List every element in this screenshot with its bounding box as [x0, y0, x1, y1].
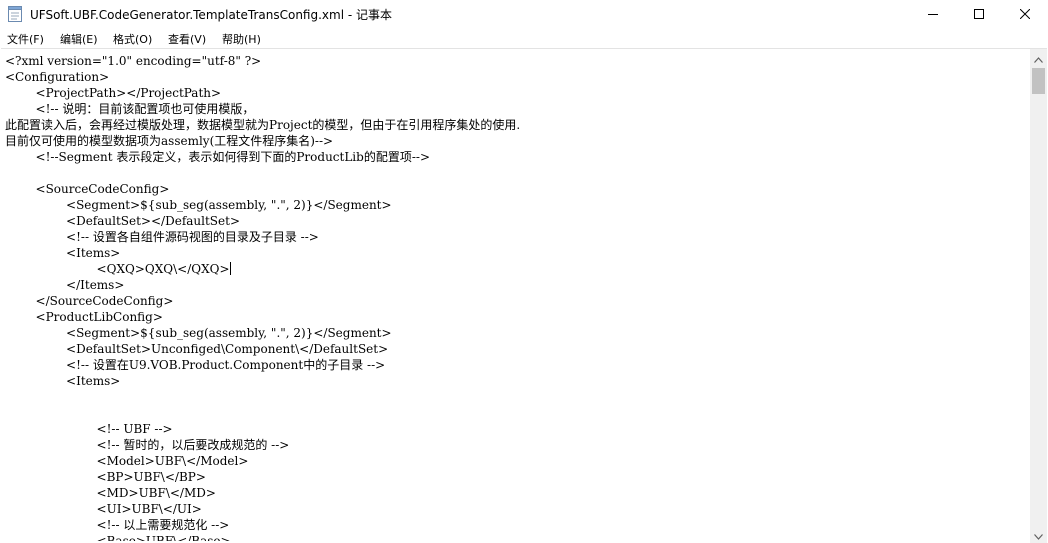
- scroll-down-arrow-icon: [1034, 525, 1043, 543]
- title-bar[interactable]: UFSoft.UBF.CodeGenerator.TemplateTransCo…: [0, 0, 1048, 28]
- text-line: <!-- 设置在U9.VOB.Product.Component中的子目录 --…: [5, 358, 386, 372]
- text-line: <UI>UBF\</UI>: [5, 502, 202, 516]
- text-line: [5, 165, 1025, 181]
- text-line: 此配置读入后，会再经过模版处理，数据模型就为Project的模型，但由于在引用程…: [5, 118, 521, 132]
- close-button[interactable]: [1002, 0, 1048, 28]
- menu-bar: 文件(F) 编辑(E) 格式(O) 查看(V) 帮助(H): [0, 29, 1048, 48]
- text-line: <DefaultSet></DefaultSet>: [5, 214, 240, 228]
- text-line: </Items>: [5, 278, 125, 292]
- close-icon: [1020, 9, 1030, 19]
- menu-file[interactable]: 文件(F): [7, 31, 44, 47]
- text-caret: [229, 262, 231, 275]
- editor-text-area[interactable]: <?xml version="1.0" encoding="utf-8" ?> <…: [5, 53, 1025, 541]
- menu-edit[interactable]: 编辑(E): [60, 31, 98, 47]
- text-line: <!-- 设置各自组件源码视图的目录及子目录 -->: [5, 230, 319, 244]
- text-line: <ProductLibConfig>: [5, 310, 163, 324]
- menu-view[interactable]: 查看(V): [168, 31, 206, 47]
- window-title: UFSoft.UBF.CodeGenerator.TemplateTransCo…: [30, 8, 393, 22]
- menu-help[interactable]: 帮助(H): [222, 31, 261, 47]
- text-line: <Model>UBF\</Model>: [5, 454, 249, 468]
- text-line: <!-- 暂时的，以后要改成规范的 -->: [5, 438, 290, 452]
- text-line: [5, 389, 1025, 405]
- text-line: <!-- 说明：目前该配置项也可使用模版，: [5, 102, 255, 116]
- text-editor[interactable]: <?xml version="1.0" encoding="utf-8" ?> <…: [1, 48, 1047, 543]
- text-line: <?xml version="1.0" encoding="utf-8" ?>: [5, 54, 262, 68]
- notepad-window: UFSoft.UBF.CodeGenerator.TemplateTransCo…: [0, 0, 1048, 543]
- scroll-thumb[interactable]: [1032, 68, 1045, 94]
- text-line: <SourceCodeConfig>: [5, 182, 170, 196]
- notepad-icon: [8, 6, 22, 22]
- text-line: <Configuration>: [5, 70, 110, 84]
- minimize-button[interactable]: [910, 0, 956, 28]
- scroll-up-arrow-icon: [1034, 49, 1043, 67]
- text-line: <DefaultSet>Unconfiged\Component\</Defau…: [5, 342, 389, 356]
- text-line: </SourceCodeConfig>: [5, 294, 174, 308]
- text-line: [5, 405, 1025, 421]
- maximize-button[interactable]: [956, 0, 1002, 28]
- text-line: <QXQ>QXQ\</QXQ>: [5, 262, 231, 276]
- text-line: <Items>: [5, 246, 121, 260]
- text-line: <Segment>${sub_seg(assembly, ".", 2)}</S…: [5, 198, 392, 212]
- text-line: <Items>: [5, 374, 121, 388]
- text-line: <!-- 以上需要规范化 -->: [5, 518, 230, 532]
- text-line: <MD>UBF\</MD>: [5, 486, 216, 500]
- scroll-down-button[interactable]: [1030, 526, 1047, 543]
- scroll-up-button[interactable]: [1030, 49, 1047, 66]
- text-line: <Segment>${sub_seg(assembly, ".", 2)}</S…: [5, 326, 392, 340]
- minimize-icon: [928, 9, 938, 19]
- text-line: <ProjectPath></ProjectPath>: [5, 86, 222, 100]
- text-line: <BP>UBF\</BP>: [5, 470, 206, 484]
- text-line: <!--Segment 表示段定义，表示如何得到下面的ProductLib的配置…: [5, 150, 430, 164]
- text-line: <!-- UBF -->: [5, 422, 173, 436]
- maximize-icon: [974, 9, 984, 19]
- text-line: 目前仅可使用的模型数据项为assemly(工程文件程序集名)-->: [5, 134, 334, 148]
- text-line: <Base>UBF\</Base>: [5, 534, 231, 541]
- menu-format[interactable]: 格式(O): [113, 31, 152, 47]
- vertical-scrollbar[interactable]: [1030, 49, 1047, 543]
